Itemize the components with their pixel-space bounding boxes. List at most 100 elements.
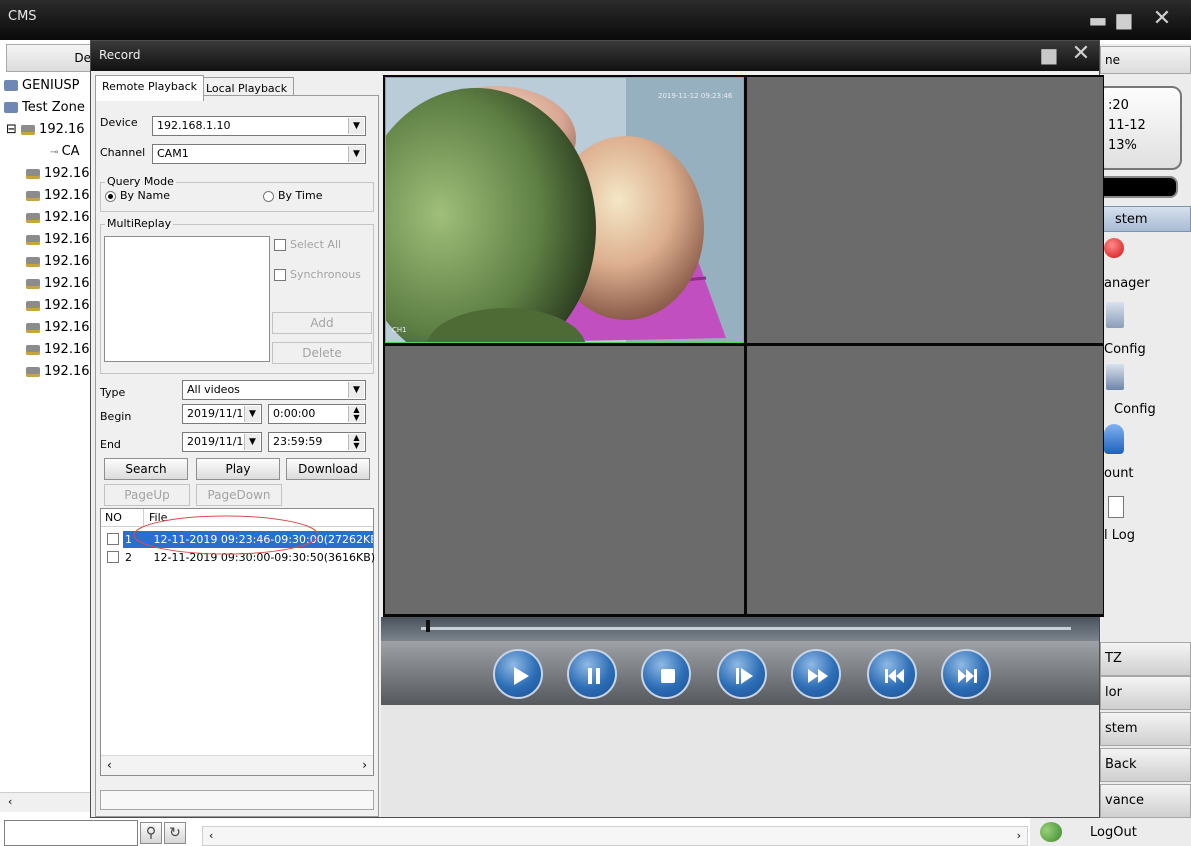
collapse-icon[interactable]: ⊟ bbox=[6, 122, 17, 137]
playback-progress-bar[interactable] bbox=[381, 617, 1099, 641]
maximize-icon[interactable]: ■ bbox=[1037, 45, 1061, 65]
previous-icon[interactable] bbox=[867, 649, 917, 699]
system-config-icon[interactable] bbox=[1106, 364, 1124, 390]
chevron-down-icon[interactable]: ▼ bbox=[348, 382, 364, 398]
color-button[interactable]: lor bbox=[1100, 676, 1191, 710]
advance-button[interactable]: vance bbox=[1100, 784, 1191, 818]
pause-icon[interactable] bbox=[567, 649, 617, 699]
tree-item-zone[interactable]: Test Zone bbox=[4, 100, 85, 115]
play-button[interactable]: Play bbox=[196, 458, 280, 480]
scroll-left-icon[interactable]: ‹ bbox=[209, 829, 213, 842]
logout-button[interactable]: LogOut bbox=[1030, 818, 1191, 846]
tree-item-device[interactable]: 192.16 bbox=[26, 210, 90, 225]
file-list-scrollbar[interactable]: ‹ › bbox=[101, 755, 373, 775]
device-select[interactable]: 192.168.1.10 ▼ bbox=[152, 116, 366, 136]
progress-track[interactable] bbox=[421, 627, 1071, 630]
chevron-down-icon[interactable]: ▼ bbox=[348, 146, 364, 162]
tree-item-camera[interactable]: ⊸ CA bbox=[50, 144, 80, 159]
tree-item-device[interactable]: 192.16 bbox=[26, 364, 90, 379]
record-icon[interactable] bbox=[1104, 238, 1124, 258]
tree-item-zone[interactable]: GENIUSP bbox=[4, 78, 79, 93]
playback-button[interactable]: Back bbox=[1100, 748, 1191, 782]
end-date-picker[interactable]: 2019/11/12 ▼ bbox=[182, 432, 262, 452]
search-input[interactable] bbox=[4, 820, 138, 846]
tree-item-device[interactable]: 192.16 bbox=[26, 298, 90, 313]
menu-item-account[interactable]: ount bbox=[1104, 466, 1134, 481]
tab-system[interactable]: stem bbox=[1100, 206, 1191, 232]
account-icon[interactable] bbox=[1104, 424, 1124, 454]
radio-icon[interactable] bbox=[263, 190, 274, 202]
search-icon[interactable]: ⚲ bbox=[140, 822, 162, 844]
menu-item-log[interactable]: l Log bbox=[1104, 528, 1135, 543]
download-button[interactable]: Download bbox=[286, 458, 370, 480]
scroll-left-icon[interactable]: ‹ bbox=[107, 758, 112, 772]
device-list-header[interactable]: De bbox=[6, 44, 94, 72]
chevron-down-icon[interactable]: ▼ bbox=[244, 406, 260, 422]
system-button[interactable]: stem bbox=[1100, 712, 1191, 746]
column-no[interactable]: NO bbox=[105, 511, 122, 524]
delete-button[interactable]: Delete bbox=[272, 342, 372, 364]
tree-item-device[interactable]: 192.16 bbox=[26, 232, 90, 247]
spin-arrows-icon[interactable]: ▲ ▼ bbox=[348, 434, 364, 450]
log-icon[interactable] bbox=[1108, 496, 1124, 518]
file-list[interactable]: NO File 1 12-11-2019 09:23:46-09:30:00(2… bbox=[100, 508, 375, 776]
by-name-radio[interactable]: By Name bbox=[105, 189, 170, 202]
tree-item-device[interactable]: 192.16 bbox=[26, 342, 90, 357]
fast-forward-icon[interactable] bbox=[791, 649, 841, 699]
page-up-button[interactable]: PageUp bbox=[104, 484, 190, 506]
tree-horizontal-scrollbar[interactable]: ‹ bbox=[0, 792, 94, 812]
tree-item-device[interactable]: 192.16 bbox=[26, 166, 90, 181]
synchronous-checkbox[interactable]: Synchronous bbox=[274, 268, 361, 281]
menu-item-config[interactable]: Config bbox=[1104, 342, 1146, 357]
select-all-checkbox[interactable]: Select All bbox=[274, 238, 341, 251]
tree-item-device[interactable]: ⊟ 192.16 bbox=[6, 122, 85, 137]
tree-item-device[interactable]: 192.16 bbox=[26, 320, 90, 335]
device-config-icon[interactable] bbox=[1106, 302, 1124, 328]
type-select[interactable]: All videos ▼ bbox=[182, 380, 366, 400]
video-cell-4[interactable] bbox=[747, 346, 1103, 614]
video-cell-3[interactable] bbox=[385, 346, 744, 614]
by-time-radio[interactable]: By Time bbox=[263, 189, 322, 202]
checkbox-icon[interactable] bbox=[107, 551, 119, 563]
menu-item-manager[interactable]: anager bbox=[1104, 276, 1150, 291]
tab-remote-playback[interactable]: Remote Playback bbox=[95, 75, 205, 101]
minimize-icon[interactable]: ▬ bbox=[1086, 10, 1110, 30]
stop-icon[interactable] bbox=[641, 649, 691, 699]
checkbox-icon[interactable] bbox=[274, 269, 286, 281]
chevron-down-icon[interactable]: ▼ bbox=[244, 434, 260, 450]
ptz-button[interactable]: TZ bbox=[1100, 642, 1191, 676]
menu-item-config-2[interactable]: Config bbox=[1114, 402, 1156, 417]
step-forward-icon[interactable] bbox=[717, 649, 767, 699]
bottom-horizontal-scrollbar[interactable]: ‹ › bbox=[202, 826, 1028, 846]
chevron-down-icon[interactable]: ▼ bbox=[348, 118, 364, 134]
progress-handle[interactable] bbox=[425, 620, 430, 632]
radio-selected-icon[interactable] bbox=[105, 190, 116, 202]
video-cell-1[interactable]: 2019-11-12 09:23:46 CH1 bbox=[385, 77, 744, 343]
tree-item-device[interactable]: 192.16 bbox=[26, 276, 90, 291]
scroll-right-icon[interactable]: › bbox=[362, 758, 367, 772]
begin-time-stepper[interactable]: 0:00:00 ▲ ▼ bbox=[268, 404, 366, 424]
scroll-left-icon[interactable]: ‹ bbox=[8, 795, 12, 808]
add-button[interactable]: Add bbox=[272, 312, 372, 334]
tree-item-device[interactable]: 192.16 bbox=[26, 188, 90, 203]
video-cell-2[interactable] bbox=[747, 77, 1103, 343]
maximize-icon[interactable]: ■ bbox=[1112, 10, 1136, 30]
next-icon[interactable] bbox=[941, 649, 991, 699]
refresh-icon[interactable]: ↻ bbox=[164, 822, 186, 844]
channel-select[interactable]: CAM1 ▼ bbox=[152, 144, 366, 164]
right-panel-header[interactable]: ne bbox=[1100, 46, 1191, 74]
close-icon[interactable]: ✕ bbox=[1150, 8, 1174, 30]
play-icon[interactable] bbox=[493, 649, 543, 699]
tree-item-device[interactable]: 192.16 bbox=[26, 254, 90, 269]
spin-arrows-icon[interactable]: ▲ ▼ bbox=[348, 406, 364, 422]
multi-replay-list[interactable] bbox=[104, 236, 270, 362]
checkbox-icon[interactable] bbox=[107, 533, 119, 545]
page-down-button[interactable]: PageDown bbox=[196, 484, 282, 506]
begin-date-picker[interactable]: 2019/11/12 ▼ bbox=[182, 404, 262, 424]
device-tree[interactable]: GENIUSP Test Zone ⊟ 192.16 ⊸ CA 192.16 1… bbox=[0, 72, 94, 792]
search-button[interactable]: Search bbox=[104, 458, 188, 480]
close-icon[interactable]: ✕ bbox=[1069, 43, 1093, 65]
checkbox-icon[interactable] bbox=[274, 239, 286, 251]
end-time-stepper[interactable]: 23:59:59 ▲ ▼ bbox=[268, 432, 366, 452]
scroll-right-icon[interactable]: › bbox=[1017, 829, 1021, 842]
